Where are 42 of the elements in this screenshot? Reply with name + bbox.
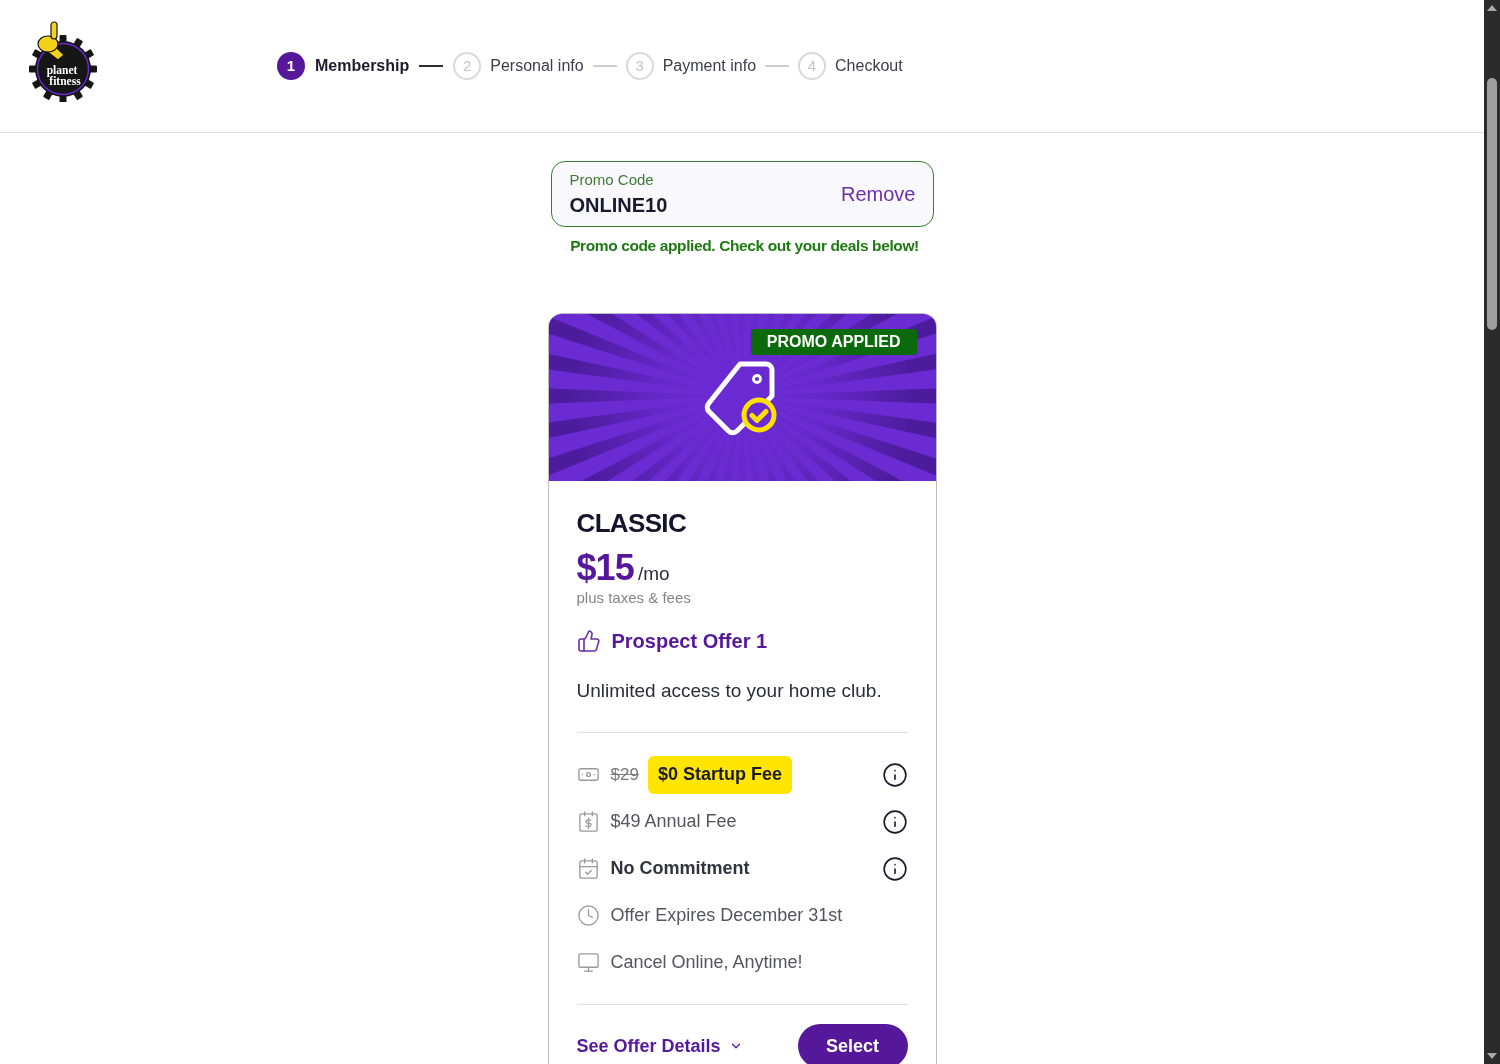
info-icon[interactable]: [881, 855, 908, 882]
price-note: plus taxes & fees: [576, 588, 692, 607]
step-number: 2: [453, 52, 482, 80]
step-number: 4: [798, 52, 827, 80]
scroll-down-arrow-icon[interactable]: [1487, 1053, 1497, 1059]
plan-name: CLASSIC: [576, 508, 688, 539]
info-icon[interactable]: [881, 808, 908, 835]
plan-description: Unlimited access to your home club.: [576, 678, 883, 703]
select-button[interactable]: Select: [797, 1024, 908, 1064]
step-tab[interactable]: 4 Checkout: [798, 52, 903, 80]
scroll-up-arrow-icon[interactable]: [1487, 5, 1497, 11]
step-number: 1: [277, 52, 305, 80]
calendar-dollar-icon: [576, 810, 600, 834]
step-tab[interactable]: 2 Personal info: [453, 52, 584, 80]
step-label: Payment info: [662, 56, 757, 76]
step-tab[interactable]: 3 Payment info: [625, 52, 757, 80]
info-icon[interactable]: [881, 761, 908, 788]
scrollbar-thumb[interactable]: [1487, 78, 1497, 330]
offer-details-link[interactable]: See Offer Details: [576, 1032, 743, 1060]
feature-text: Offer Expires December 31st: [610, 904, 843, 928]
thumbs-up-icon: [576, 628, 601, 653]
feature-text: No Commitment: [610, 857, 750, 881]
step-tab[interactable]: 1 Membership: [277, 52, 410, 80]
promo-code-input[interactable]: ONLINE10: [569, 193, 770, 217]
feature-text: Cancel Online, Anytime!: [610, 951, 803, 975]
step-number: 3: [625, 52, 654, 80]
monitor-icon: [576, 951, 600, 975]
feature-text: $0 Startup Fee: [647, 755, 792, 794]
old-price: $29: [610, 764, 639, 786]
plan-price: $15: [576, 548, 634, 589]
offer-name: Prospect Offer 1: [611, 628, 768, 654]
step-label: Membership: [315, 56, 410, 76]
remove-button[interactable]: Remove: [841, 179, 916, 209]
promo-code-label: Promo Code: [569, 171, 655, 189]
promo-applied-badge: PROMO APPLIED: [750, 329, 917, 356]
clock-icon: [576, 904, 600, 928]
feature-text: $49 Annual Fee: [610, 810, 737, 834]
step-label: Checkout: [835, 56, 903, 76]
calendar-check-icon: [576, 857, 600, 881]
step-label: Personal info: [490, 56, 584, 76]
promo-success-message: Promo code applied. Check out your deals below!: [570, 236, 919, 256]
price-period: /mo: [637, 562, 670, 587]
